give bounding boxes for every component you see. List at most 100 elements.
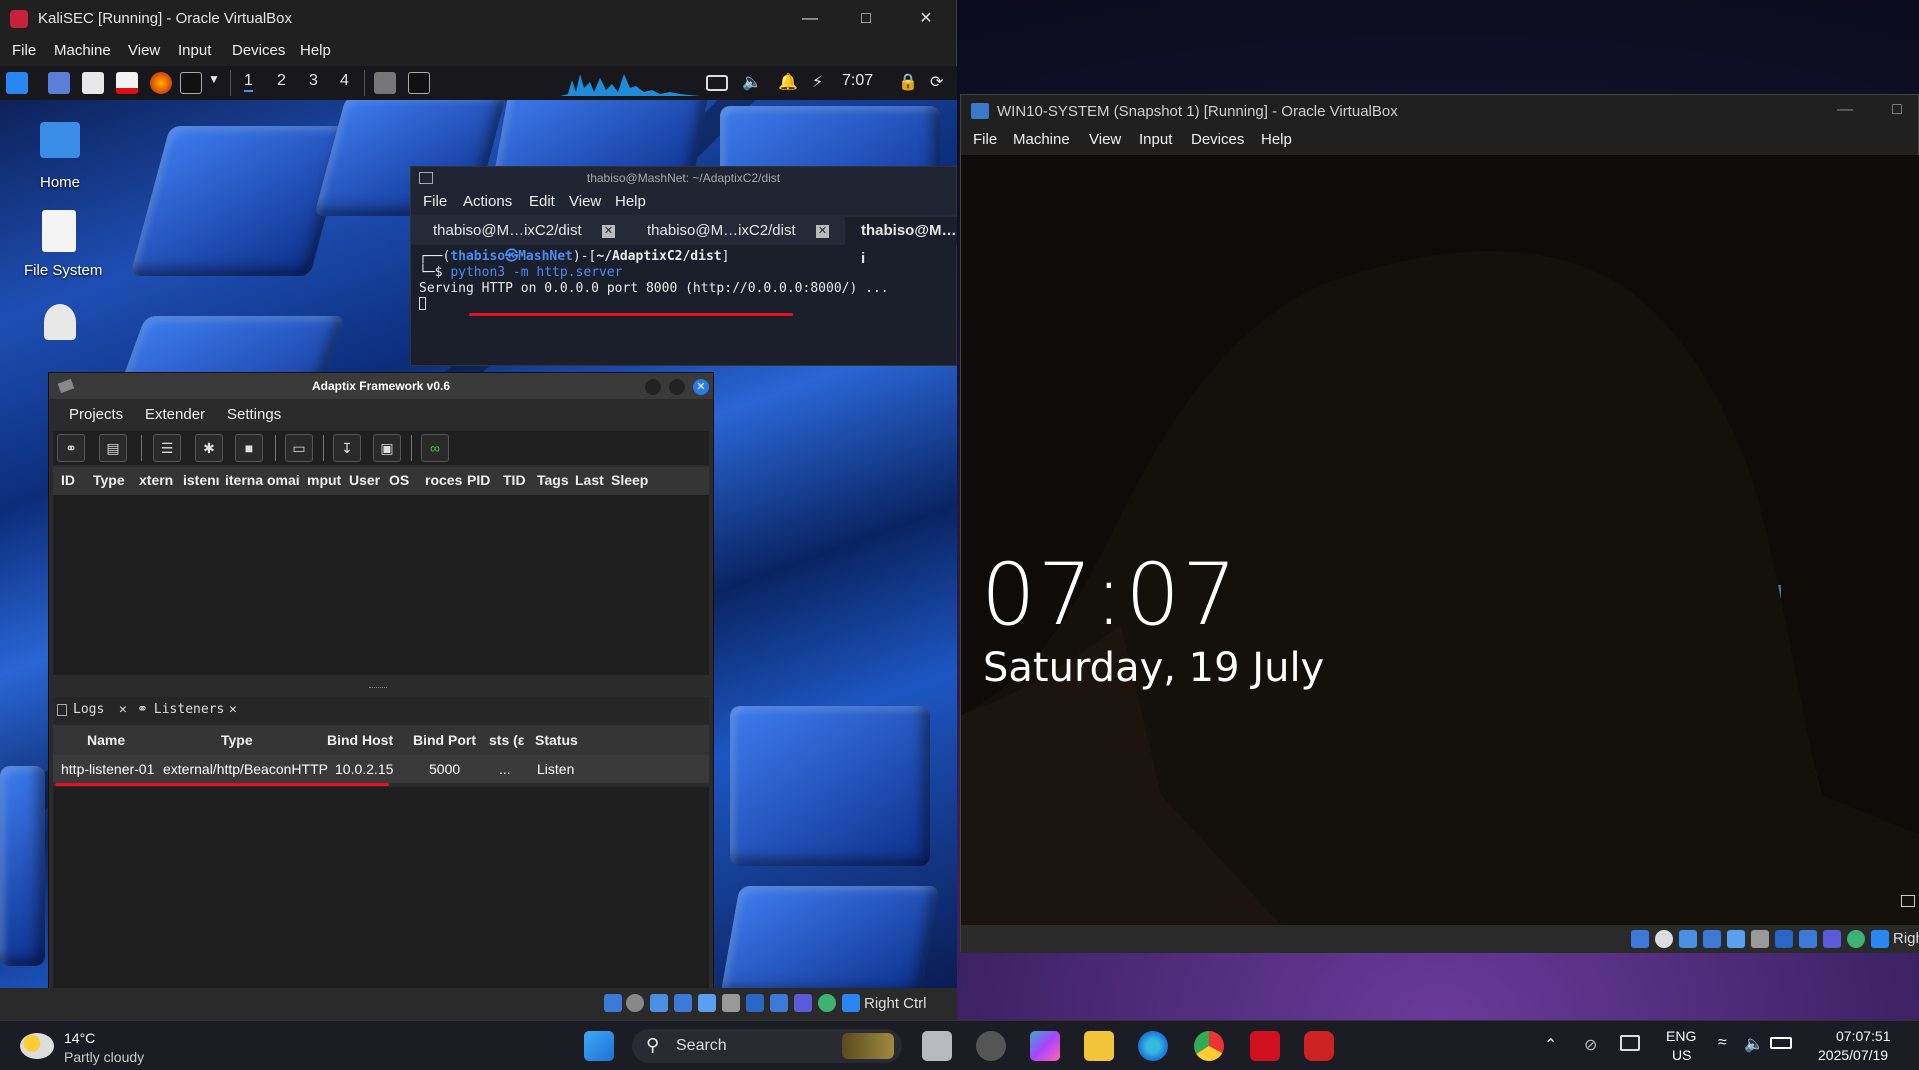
tablet-mode-icon[interactable] xyxy=(1620,1035,1640,1051)
wifi-icon[interactable]: ≈ xyxy=(1718,1034,1727,1052)
cpu-icon[interactable] xyxy=(1823,930,1841,948)
home-folder-icon[interactable] xyxy=(40,122,80,158)
menu-view[interactable]: View xyxy=(1089,131,1121,148)
chrome-icon[interactable] xyxy=(1194,1031,1224,1061)
menu-file[interactable]: File xyxy=(12,42,36,59)
task-view-icon[interactable] xyxy=(922,1031,952,1061)
recording-icon[interactable] xyxy=(770,994,788,1012)
adaptix-menu-extender[interactable]: Extender xyxy=(145,406,205,423)
screenshot-icon[interactable]: ▣ xyxy=(373,434,401,462)
download-icon[interactable]: ↧ xyxy=(333,434,361,462)
adaptix-maximize-button[interactable] xyxy=(669,379,685,395)
col-external[interactable]: xtern xyxy=(139,472,173,488)
adaptix-menu-projects[interactable]: Projects xyxy=(69,406,123,423)
headphones-icon[interactable]: ⚭ xyxy=(57,434,85,462)
terminal-tab-2[interactable]: thabiso@M…ixC2/dist ✕ xyxy=(631,217,841,245)
menu-file[interactable]: File xyxy=(973,131,997,148)
tasks-icon[interactable]: ■ xyxy=(235,434,263,462)
term-menu-actions[interactable]: Actions xyxy=(463,193,512,210)
win10-lock-screen[interactable]: 07:07 Saturday, 19 July xyxy=(961,155,1919,925)
power-icon[interactable]: ⟳ xyxy=(930,72,943,92)
splitter-handle[interactable] xyxy=(369,687,387,691)
adaptix-minimize-button[interactable] xyxy=(645,379,661,395)
col-tid[interactable]: TID xyxy=(503,472,526,488)
trash-icon[interactable] xyxy=(44,304,76,340)
col-pid[interactable]: PID xyxy=(467,472,490,488)
guest-additions-icon[interactable] xyxy=(818,994,836,1012)
text-editor-icon[interactable] xyxy=(116,72,138,94)
col-user[interactable]: User xyxy=(349,472,380,488)
start-windows-icon[interactable] xyxy=(584,1031,614,1061)
col-last[interactable]: Last xyxy=(575,472,604,488)
col-internal[interactable]: iterna xyxy=(225,472,263,488)
tab-logs[interactable]: Logs ✕ xyxy=(57,697,137,723)
col-listener-type[interactable]: Type xyxy=(221,732,253,748)
region-label[interactable]: US xyxy=(1672,1047,1691,1063)
graph-icon[interactable]: ✱ xyxy=(195,434,223,462)
listeners-table-body[interactable] xyxy=(53,787,709,988)
optical-drive-icon[interactable] xyxy=(1655,930,1673,948)
menu-view[interactable]: View xyxy=(128,42,160,59)
weather-desc[interactable]: Partly cloudy xyxy=(64,1049,144,1065)
virtualbox-taskbar-icon[interactable] xyxy=(976,1031,1006,1061)
volume-icon[interactable]: 🔈 xyxy=(742,72,762,92)
filesystem-label[interactable]: File System xyxy=(24,262,102,279)
language-label[interactable]: ENG xyxy=(1666,1028,1696,1044)
display-icon[interactable] xyxy=(1775,930,1793,948)
network-icon[interactable] xyxy=(674,994,692,1012)
menu-devices[interactable]: Devices xyxy=(1191,131,1244,148)
kali-menu-icon[interactable] xyxy=(6,72,28,94)
volume-icon[interactable]: 🔈 xyxy=(1744,1034,1764,1054)
chevron-down-icon[interactable]: ▼ xyxy=(208,72,220,86)
chevron-up-icon[interactable]: ⌃ xyxy=(1544,1035,1557,1055)
window-button-icon[interactable] xyxy=(374,72,396,94)
battery-icon[interactable]: ⚡ xyxy=(812,72,823,92)
terminal-console-icon[interactable]: ▭ xyxy=(285,434,313,462)
minimize-button[interactable]: — xyxy=(790,6,830,32)
home-label[interactable]: Home xyxy=(40,174,80,191)
weather-temp[interactable]: 14°C xyxy=(64,1030,95,1046)
link-icon[interactable]: ∞ xyxy=(421,434,449,462)
term-menu-file[interactable]: File xyxy=(423,193,447,210)
term-menu-view[interactable]: View xyxy=(569,193,601,210)
weather-cloud-sun-icon[interactable] xyxy=(20,1033,54,1059)
recording-icon[interactable] xyxy=(1799,930,1817,948)
close-tab-icon[interactable]: ✕ xyxy=(816,225,829,238)
show-desktop-icon[interactable] xyxy=(48,72,70,94)
optical-drive-icon[interactable] xyxy=(626,994,644,1012)
minimize-button[interactable]: — xyxy=(1825,97,1865,123)
terminal-window-icon[interactable] xyxy=(408,72,430,94)
close-button[interactable]: ✕ xyxy=(906,6,946,32)
menu-help[interactable]: Help xyxy=(1261,131,1292,148)
firefox-icon[interactable] xyxy=(150,72,172,94)
col-name[interactable]: Name xyxy=(87,732,125,748)
edge-icon[interactable] xyxy=(1138,1031,1168,1061)
clipboard-icon[interactable]: ▤ xyxy=(99,434,127,462)
cpu-icon[interactable] xyxy=(794,994,812,1012)
shared-folder-icon[interactable] xyxy=(722,994,740,1012)
tab-listeners[interactable]: ⚭ Listeners ✕ xyxy=(137,697,249,723)
close-logs-tab-icon[interactable]: ✕ xyxy=(119,697,127,723)
display-icon[interactable] xyxy=(746,994,764,1012)
taskbar-date[interactable]: 2025/07/19 xyxy=(1818,1047,1888,1063)
terminal-output[interactable]: ┌──(thabiso㉿MashNet)-[~/AdaptixC2/dist] … xyxy=(419,249,889,315)
term-menu-edit[interactable]: Edit xyxy=(529,193,555,210)
taskbar-time[interactable]: 07:07:51 xyxy=(1836,1028,1891,1044)
workspace-1[interactable]: 1 xyxy=(244,72,253,92)
col-type[interactable]: Type xyxy=(93,472,125,488)
file-manager-icon[interactable] xyxy=(82,72,104,94)
col-id[interactable]: ID xyxy=(61,472,75,488)
col-bind-port[interactable]: Bind Port xyxy=(413,732,476,748)
menu-devices[interactable]: Devices xyxy=(232,42,285,59)
battery-icon[interactable] xyxy=(1770,1037,1792,1049)
maximize-button[interactable]: □ xyxy=(1877,97,1917,123)
term-menu-help[interactable]: Help xyxy=(615,193,646,210)
menu-input[interactable]: Input xyxy=(1139,131,1172,148)
list-icon[interactable]: ☰ xyxy=(153,434,181,462)
terminal-tab-3-active[interactable]: thabiso@M…i xyxy=(845,217,957,267)
close-listeners-tab-icon[interactable]: ✕ xyxy=(229,697,237,723)
table-row[interactable]: http-listener-01 external/http/BeaconHTT… xyxy=(53,755,709,783)
col-computer[interactable]: mput xyxy=(307,472,341,488)
usb-icon[interactable] xyxy=(698,994,716,1012)
col-domain[interactable]: omai xyxy=(267,472,300,488)
